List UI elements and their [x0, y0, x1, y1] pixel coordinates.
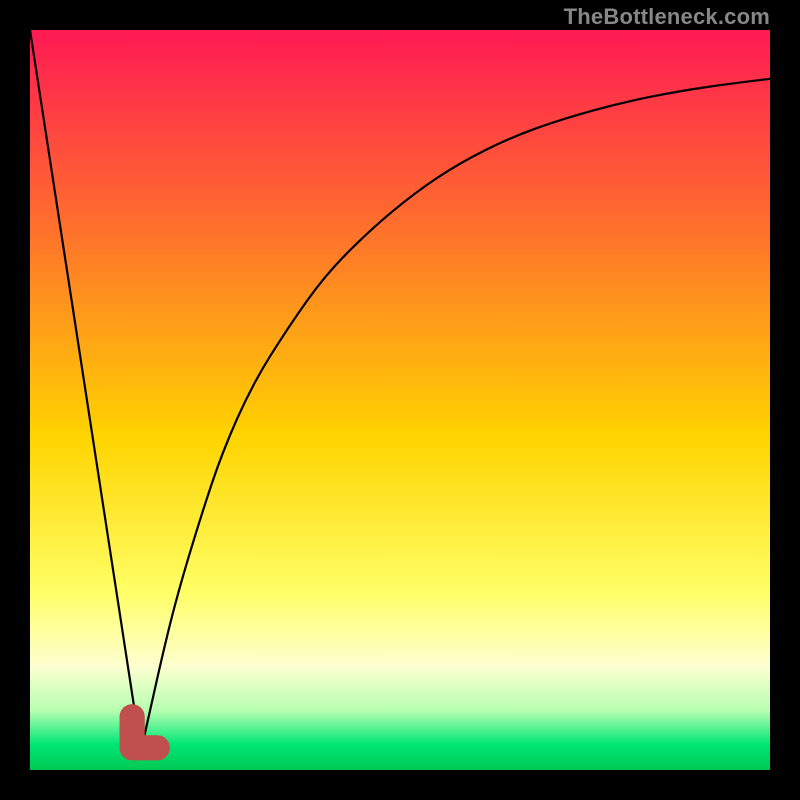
watermark-text: TheBottleneck.com	[564, 4, 770, 30]
outer-frame: TheBottleneck.com	[0, 0, 800, 800]
plot-area	[30, 30, 770, 770]
gradient-background	[30, 30, 770, 770]
chart-svg	[30, 30, 770, 770]
